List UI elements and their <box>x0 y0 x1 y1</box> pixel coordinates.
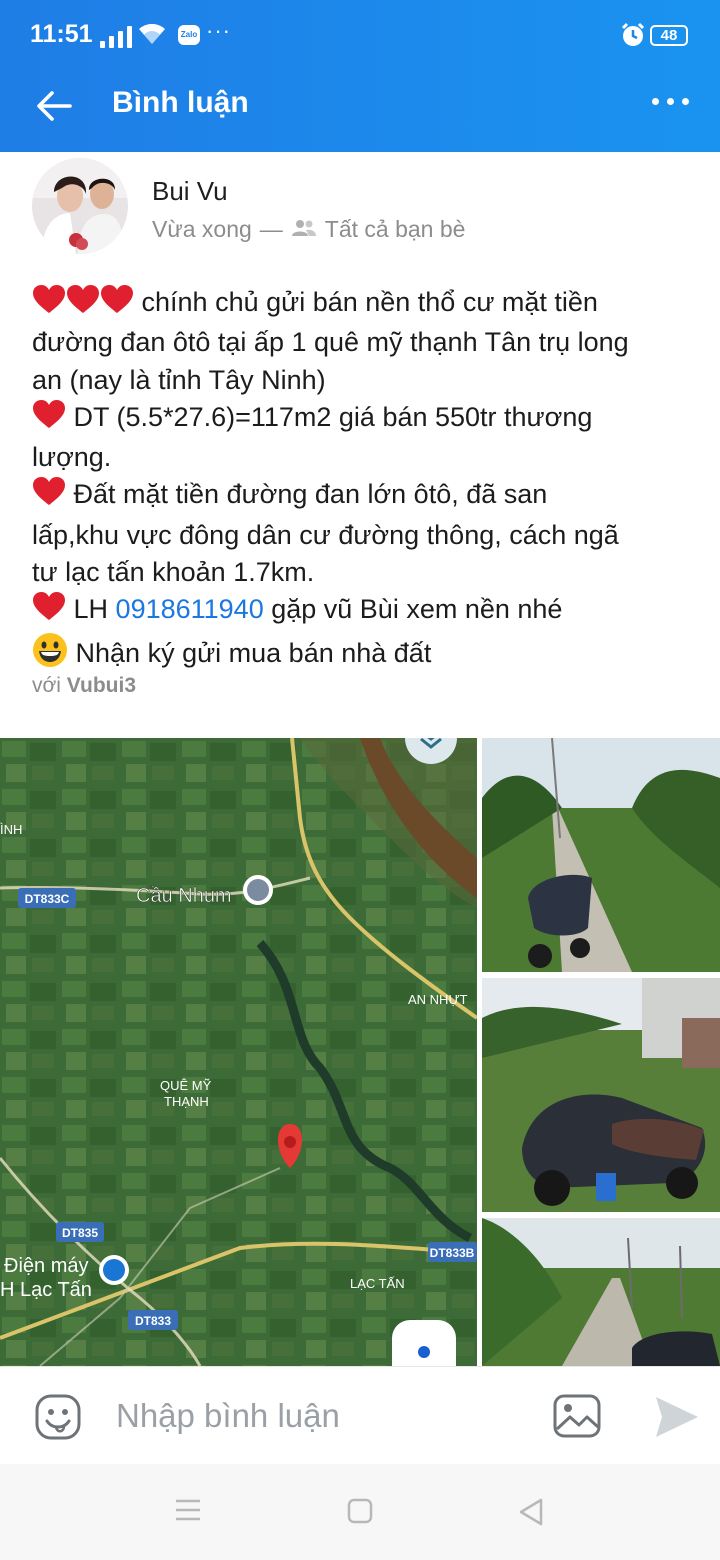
post-line: Nhận ký gửi mua bán nhà đất <box>32 632 702 678</box>
post-line: chính chủ gửi bán nền thổ cư mặt tiền <box>32 284 702 324</box>
system-nav-bar <box>0 1464 720 1560</box>
with-prefix: với <box>32 674 61 697</box>
post-author[interactable]: Bui Vu <box>152 176 228 207</box>
avatar[interactable] <box>32 158 128 254</box>
home-icon[interactable] <box>347 1498 373 1529</box>
post-line: an (nay là tỉnh Tây Ninh) <box>32 364 326 395</box>
map-image[interactable]: ÌNH DT833C Cầu Nhum AN NHỰT QUÊ MỸ THẠNH… <box>0 738 479 1366</box>
image-icon[interactable] <box>552 1393 602 1444</box>
grinning-emoji-icon <box>32 632 68 678</box>
heart-icon <box>32 399 66 439</box>
post-line: DT (5.5*27.6)=117m2 giá bán 550tr thương <box>32 399 702 439</box>
heart-icon <box>32 591 66 631</box>
map-label: Cầu Nhum <box>136 885 232 907</box>
map-label: ÌNH <box>0 822 22 837</box>
sticker-icon[interactable] <box>34 1393 82 1446</box>
status-time: 11:51 <box>30 20 93 48</box>
meta-separator: — <box>259 216 283 242</box>
post-line: đường đan ôtô tại ấp 1 quê mỹ thạnh Tân … <box>32 327 629 358</box>
road-photo-2[interactable] <box>482 978 720 1212</box>
signal-icon <box>100 26 132 48</box>
phone-link[interactable]: 0918611940 <box>116 594 264 624</box>
photo-gallery: ÌNH DT833C Cầu Nhum AN NHỰT QUÊ MỸ THẠNH… <box>0 738 720 1366</box>
post-line: Đất mặt tiền đường đan lớn ôtô, đã san <box>32 476 702 516</box>
heart-icon <box>32 476 66 516</box>
tagged-users: với Vubui3 <box>32 674 136 698</box>
friends-icon <box>291 216 317 243</box>
wifi-icon <box>136 20 168 51</box>
heart-icon <box>100 284 134 324</box>
map-label: AN NHỰT <box>408 992 468 1007</box>
post-meta: Vừa xong — Tất cả bạn bè <box>152 216 465 243</box>
post-line: tư lạc tấn khoản 1.7km. <box>32 557 315 588</box>
menu-icon[interactable] <box>174 1498 202 1527</box>
back-arrow-icon[interactable] <box>34 86 74 131</box>
comment-composer <box>0 1366 720 1464</box>
map-label: DT833 <box>135 1314 171 1328</box>
status-bar: 11:51 Zalo ··· 48 <box>0 0 720 58</box>
map-label: THẠNH <box>164 1094 209 1109</box>
post-time: Vừa xong <box>152 216 252 242</box>
road-photo-3[interactable] <box>482 1218 720 1366</box>
zalo-notification-icon: Zalo <box>178 25 200 45</box>
map-label: LẠC TẤN <box>350 1276 405 1291</box>
app-bar: Bình luận <box>0 58 720 152</box>
map-label: DT833B <box>430 1246 475 1260</box>
map-label: Điện máy <box>4 1255 88 1277</box>
more-notifications-icon: ··· <box>206 18 231 43</box>
heart-icon <box>66 284 100 324</box>
post-line: lấp,khu vực đông dân cư đường thông, các… <box>32 519 619 550</box>
map-label: DT833C <box>25 892 70 906</box>
map-label: QUÊ MỸ <box>160 1078 212 1093</box>
send-icon[interactable] <box>654 1395 700 1444</box>
contact-prefix: LH <box>73 594 109 625</box>
post-privacy: Tất cả bạn bè <box>324 216 466 242</box>
tagged-user[interactable]: Vubui3 <box>67 674 136 697</box>
back-icon[interactable] <box>518 1498 544 1531</box>
alarm-icon <box>620 22 646 53</box>
post-text: DT (5.5*27.6)=117m2 giá bán 550tr thương <box>73 401 593 432</box>
post-line: LH 0918611940 gặp vũ Bùi xem nền nhé <box>32 591 702 631</box>
heart-icon <box>32 284 66 324</box>
post-content: chính chủ gửi bán nền thổ cư mặt tiền đư… <box>32 284 702 678</box>
more-options-icon[interactable] <box>652 98 689 105</box>
post-line: lượng. <box>32 442 112 473</box>
post-text: Nhận ký gửi mua bán nhà đất <box>75 637 432 668</box>
map-label: H Lạc Tấn <box>0 1279 92 1301</box>
post-text: gặp vũ Bùi xem nền nhé <box>271 594 563 625</box>
battery-indicator: 48 <box>650 25 688 46</box>
post-text: Đất mặt tiền đường đan lớn ôtô, đã san <box>73 479 548 510</box>
comment-input[interactable] <box>116 1393 516 1439</box>
post-text: chính chủ gửi bán nền thổ cư mặt tiền <box>141 287 598 317</box>
road-photo-1[interactable] <box>482 738 720 972</box>
page-title: Bình luận <box>112 86 249 119</box>
map-label: DT835 <box>62 1226 98 1240</box>
